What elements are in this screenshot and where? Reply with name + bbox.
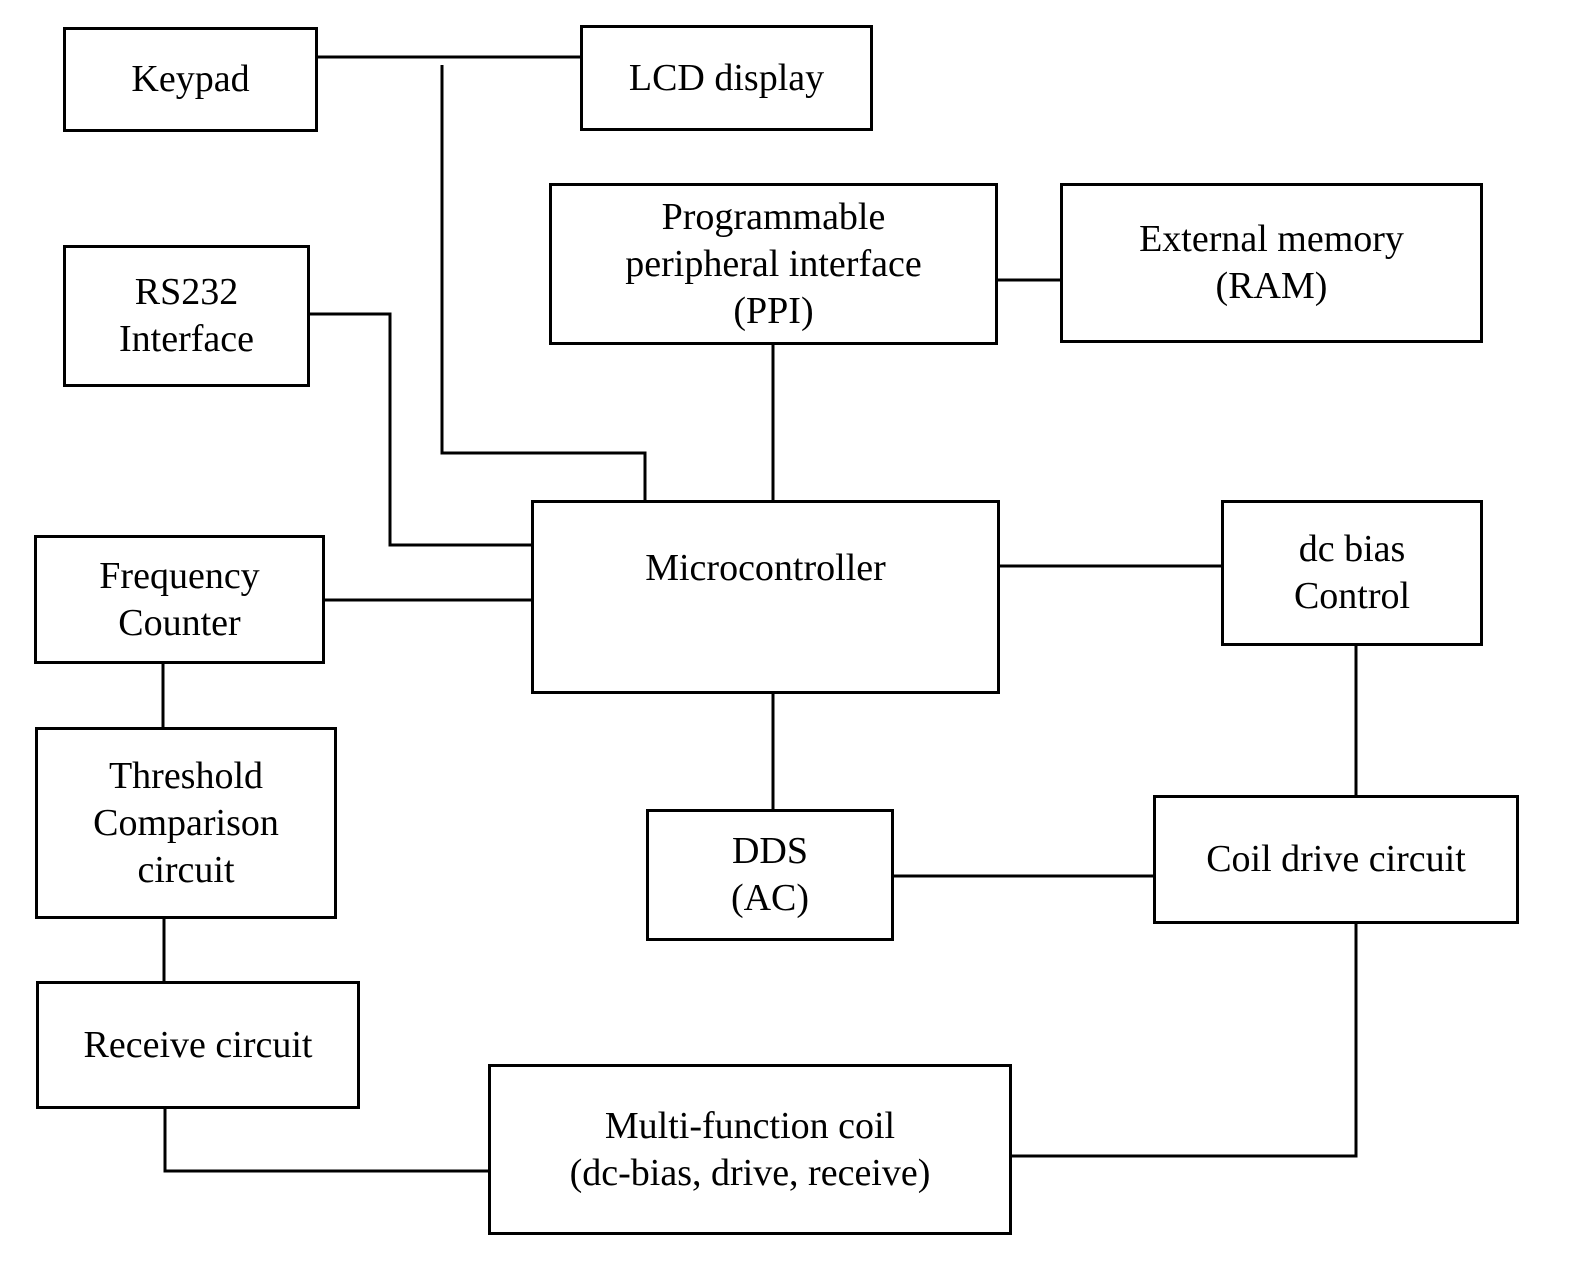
lcd-label: LCD display xyxy=(628,56,825,99)
ppi-block: Programmable peripheral interface (PPI) xyxy=(549,183,998,345)
ppi-label-line1: Programmable xyxy=(661,195,886,238)
coil-drive-label: Coil drive circuit xyxy=(1206,838,1466,880)
ppi-label-line3: (PPI) xyxy=(733,289,814,332)
keypad-block: Keypad xyxy=(63,27,318,132)
line-coildrive-coil xyxy=(1011,922,1358,1158)
dcbias-label-line1: dc bias xyxy=(1298,528,1406,570)
receive-label: Receive circuit xyxy=(83,1023,313,1066)
threshold-label-line3: circuit xyxy=(137,848,235,891)
dc-bias-control-block: dc bias Control xyxy=(1221,500,1483,646)
rs232-label-line1: RS232 xyxy=(134,271,239,313)
threshold-label-line2: Comparison xyxy=(93,801,279,844)
coil-label-line1: Multi-function coil xyxy=(604,1104,896,1147)
lcd-display-block: LCD display xyxy=(580,25,873,131)
freq-label-line2: Counter xyxy=(118,601,241,644)
dds-block: DDS (AC) xyxy=(646,809,894,941)
ram-label-line2: (RAM) xyxy=(1215,265,1328,307)
frequency-counter-block: Frequency Counter xyxy=(34,535,325,664)
dds-label-line2: (AC) xyxy=(730,877,810,919)
line-receive-coil xyxy=(163,1108,489,1173)
microcontroller-block: Microcontroller xyxy=(531,500,1000,694)
threshold-label-line1: Threshold xyxy=(108,754,264,797)
micro-label: Microcontroller xyxy=(645,547,886,589)
coil-label-line2: (dc-bias, drive, receive) xyxy=(569,1151,931,1194)
line-rs232-micro xyxy=(308,312,532,547)
receive-circuit-block: Receive circuit xyxy=(36,981,360,1109)
coil-drive-circuit-block: Coil drive circuit xyxy=(1153,795,1519,924)
keypad-label: Keypad xyxy=(131,58,250,100)
dds-label-line1: DDS xyxy=(731,830,809,872)
ram-label-line1: External memory xyxy=(1139,218,1404,260)
dcbias-label-line2: Control xyxy=(1293,575,1411,617)
threshold-comparison-block: Threshold Comparison circuit xyxy=(35,727,337,919)
multi-function-coil-block: Multi-function coil (dc-bias, drive, rec… xyxy=(488,1064,1012,1235)
ppi-label-line2: peripheral interface xyxy=(625,242,922,285)
freq-label-line1: Frequency xyxy=(99,554,260,597)
rs232-interface-block: RS232 Interface xyxy=(63,245,310,387)
rs232-label-line2: Interface xyxy=(119,318,254,360)
external-memory-block: External memory (RAM) xyxy=(1060,183,1483,343)
